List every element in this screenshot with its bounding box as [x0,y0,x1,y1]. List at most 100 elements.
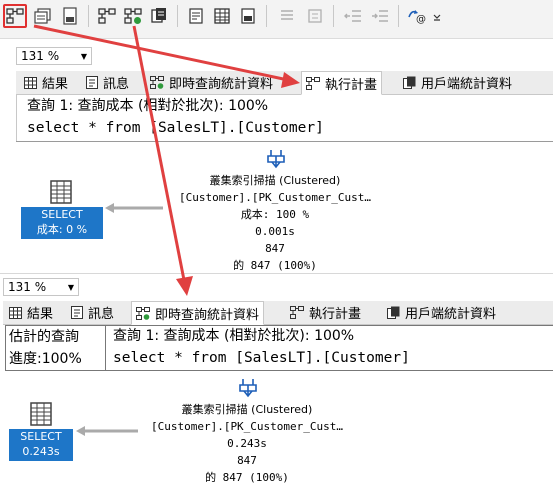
clustered-index-scan-icon [239,379,257,398]
chevron-down-icon: ▼ [67,282,74,292]
tab-label: 用戶端統計資料 [421,77,513,92]
select-node[interactable]: SELECT 0.243s [9,429,73,461]
tab-live-query-stats[interactable]: 即時查詢統計資料 [131,301,265,325]
toolbar: @ [0,0,553,39]
query-header: 查詢 1: 查詢成本 (相對於批次): 100% [113,328,355,344]
live-stats-icon [124,8,142,24]
zoom-dropdown-bottom[interactable]: 131 % ▼ [3,278,79,296]
client-stats-icon [387,306,400,319]
clustered-index-scan-node[interactable]: 叢集索引掃描 (Clustered) [Customer].[PK_Custom… [150,172,400,274]
tab-label: 訊息 [103,77,130,92]
results-to-file-button[interactable] [236,4,260,28]
tab-results[interactable]: 結果 [5,301,57,324]
zoom-value: 131 % [8,280,47,294]
execution-plan-icon [306,76,320,90]
query-sql: select * from [SalesLT].[Customer] [27,120,324,136]
select-node-icon [30,402,52,426]
result-tabs-bottom: 結果 訊息 即時查詢統計資料 執行計畫 用戶端統計資料 [3,301,553,325]
results-to-text-button[interactable] [184,4,208,28]
results-to-grid-button[interactable] [210,4,234,28]
plan-divider [16,141,553,142]
tab-execution-plan[interactable]: 執行計畫 [286,301,365,324]
select-cost: 成本: 0 % [36,223,88,236]
toolbar-separator [88,5,89,27]
select-label: SELECT [20,430,62,443]
chevron-down-icon: ▼ [80,51,87,61]
display-estimated-plan-icon [6,8,24,24]
query-options-icon [34,8,51,24]
operator-object: [Customer].[PK_Customer_Cust… [178,191,372,204]
toolbar-separator [398,5,399,27]
select-node-icon [50,180,72,204]
select-label: SELECT [41,208,83,221]
display-estimated-plan-button[interactable] [3,4,27,28]
intellisense-icon [63,7,77,25]
results-text-icon [189,8,203,24]
actual-plan-button[interactable] [95,4,119,28]
actual-plan-icon [98,8,116,24]
specify-values-button[interactable]: @ [405,4,429,28]
operator-object: [Customer].[PK_Customer_Cust… [150,420,344,433]
message-icon [86,76,98,89]
operator-of-rows: 的 847 (100%) [233,259,317,272]
select-time: 0.243s [22,445,60,458]
increase-indent-button[interactable] [368,4,392,28]
uncomment-icon [308,9,322,23]
pane-separator [0,273,553,274]
tab-label: 即時查詢統計資料 [155,307,260,323]
operator-time: 0.001s [255,225,295,238]
operator-time: 0.243s [227,437,267,450]
tab-results[interactable]: 結果 [20,71,72,94]
clustered-index-scan-icon [267,150,285,169]
query-sql: select * from [SalesLT].[Customer] [113,350,410,366]
live-stats-icon [136,306,150,320]
zoom-value: 131 % [21,49,60,63]
live-stats-button[interactable] [121,4,145,28]
grid-icon [24,76,37,89]
zoom-dropdown-top[interactable]: 131 % ▼ [16,47,92,65]
comment-button[interactable] [275,4,299,28]
result-tabs-top: 結果 訊息 即時查詢統計資料 執行計畫 用戶端統計資料 [16,71,553,95]
toolbar-overflow-button[interactable] [430,4,444,28]
tab-label: 即時查詢統計資料 [169,77,274,92]
operator-name: 叢集索引掃描 (Clustered) [181,403,313,416]
decrease-indent-icon [344,10,361,22]
tab-messages[interactable]: 訊息 [82,71,133,94]
operator-rows: 847 [237,454,257,467]
uncomment-button[interactable] [303,4,327,28]
tab-label: 訊息 [88,307,115,322]
overflow-icon [433,14,441,21]
execution-plan-icon [290,306,304,319]
grid-icon [9,306,22,319]
client-stats-icon [403,76,416,89]
tab-label: 執行計畫 [325,77,378,93]
query-options-button[interactable] [31,4,55,28]
live-stats-icon [150,76,164,89]
operator-of-rows: 的 847 (100%) [205,471,289,484]
operator-name: 叢集索引掃描 (Clustered) [209,174,341,187]
tab-client-stats[interactable]: 用戶端統計資料 [399,71,516,94]
tab-execution-plan[interactable]: 執行計畫 [301,71,383,95]
decrease-indent-button[interactable] [341,4,365,28]
comment-icon [281,10,293,20]
client-stats-icon [151,8,166,23]
tab-label: 執行計畫 [309,307,362,322]
toolbar-separator [333,5,334,27]
tab-messages[interactable]: 訊息 [67,301,118,324]
increase-indent-icon [372,10,388,22]
tab-label: 結果 [27,307,54,322]
tab-live-query-stats[interactable]: 即時查詢統計資料 [146,71,277,94]
intellisense-button[interactable] [58,4,82,28]
tab-label: 用戶端統計資料 [405,307,497,322]
progress-value: 進度:100% [9,351,82,367]
tab-label: 結果 [42,77,69,92]
results-file-icon [241,8,255,24]
progress-label: 估計的查詢 [9,329,79,345]
pane-border [16,95,17,142]
clustered-index-scan-node[interactable]: 叢集索引掃描 (Clustered) [Customer].[PK_Custom… [122,401,372,486]
select-node[interactable]: SELECT 成本: 0 % [21,207,103,239]
tab-client-stats[interactable]: 用戶端統計資料 [383,301,500,324]
client-stats-button[interactable] [147,4,171,28]
operator-rows: 847 [265,242,285,255]
query-header: 查詢 1: 查詢成本 (相對於批次): 100% [27,98,269,114]
